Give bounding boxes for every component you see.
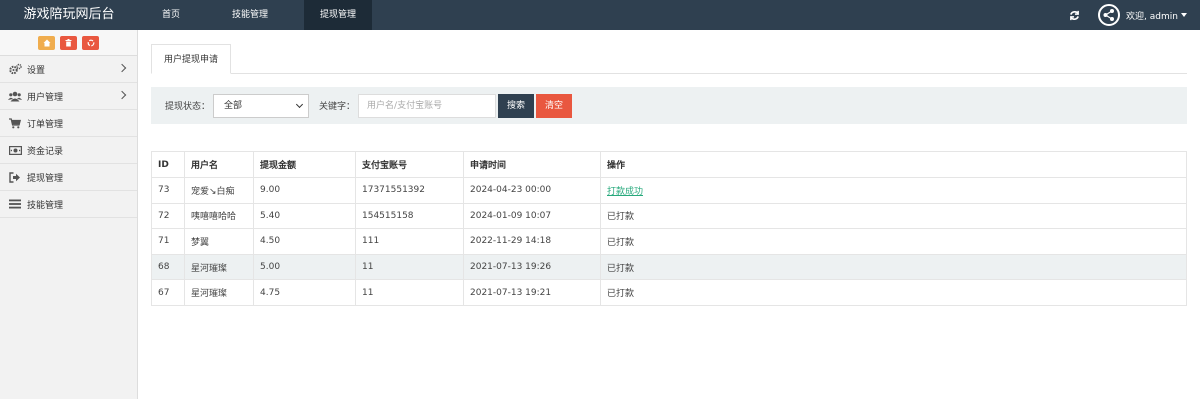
- cell-amount: 5.00: [253, 253, 356, 281]
- top-bar: 游戏陪玩网后台 首页 技能管理 提现管理 欢迎, admin: [0, 0, 1200, 30]
- clear-button[interactable]: 清空: [536, 93, 573, 118]
- users-icon: [8, 89, 22, 103]
- sign-out-icon: [8, 170, 22, 184]
- sidebar-item-withdraw[interactable]: 提现管理: [0, 164, 137, 191]
- cell-user: 星河璀璨: [184, 253, 254, 281]
- recycle-button[interactable]: [82, 35, 99, 50]
- refresh-icon[interactable]: [1064, 0, 1084, 30]
- cart-icon: [8, 116, 22, 130]
- sidebar-item-label: 订单管理: [27, 119, 64, 130]
- col-header-amount: 提现金额: [253, 151, 356, 178]
- cell-time: 2024-01-09 10:07: [463, 202, 601, 230]
- list-icon: [8, 197, 22, 211]
- chevron-right-icon: [117, 63, 127, 73]
- cell-amount: 4.75: [253, 279, 356, 306]
- cell-amount: 9.00: [253, 177, 356, 204]
- table-row: 68 星河璀璨 5.00 11 2021-07-13 19:26 已打款: [151, 253, 1187, 281]
- sidebar-item-label: 技能管理: [27, 200, 64, 211]
- cell-action: 已打款: [600, 253, 1187, 281]
- cell-account: 17371551392: [355, 177, 464, 204]
- search-button[interactable]: 搜索: [498, 93, 535, 118]
- cell-action: 已打款: [600, 202, 1187, 230]
- withdraw-table: ID 用户名 提现金额 支付宝账号 申请时间 操作 73 宠爱↘白痴 9.00 …: [151, 151, 1187, 306]
- keyword-label: 关键字：: [319, 102, 356, 112]
- sidebar-item-label: 设置: [27, 65, 46, 76]
- filter-bar: 提现状态： 全部 关键字： 搜索 清空: [151, 87, 1187, 124]
- home-button[interactable]: [38, 35, 55, 50]
- user-menu[interactable]: 欢迎, admin: [1098, 3, 1187, 27]
- cell-id: 68: [151, 253, 185, 281]
- cell-account: 154515158: [355, 202, 464, 230]
- cell-user: 梦翼: [184, 228, 254, 255]
- topnav-withdraw[interactable]: 提现管理: [304, 0, 373, 30]
- delete-button[interactable]: [60, 35, 77, 50]
- col-header-id: ID: [151, 151, 185, 178]
- sidebar-item-orders[interactable]: 订单管理: [0, 110, 137, 137]
- trash-icon: [65, 38, 72, 46]
- cell-time: 2024-04-23 00:00: [463, 177, 601, 204]
- sidebar-item-skills[interactable]: 技能管理: [0, 191, 137, 218]
- main-content: 用户提现申请 提现状态： 全部 关键字： 搜索 清空 ID 用户名 提现金额 支…: [151, 44, 1187, 306]
- sidebar-item-settings[interactable]: 设置: [0, 56, 137, 83]
- status-select-value: 全部: [224, 100, 243, 111]
- chevron-down-icon: [295, 100, 304, 108]
- col-header-user: 用户名: [184, 151, 254, 178]
- sidebar-item-label: 提现管理: [27, 173, 64, 184]
- top-nav: 首页 技能管理 提现管理: [146, 0, 392, 30]
- money-icon: [8, 143, 22, 157]
- recycle-icon: [87, 39, 94, 46]
- cell-time: 2022-11-29 14:18: [463, 228, 601, 255]
- caret-down-icon: [1180, 13, 1187, 17]
- tab-withdraw-requests[interactable]: 用户提现申请: [151, 44, 231, 74]
- cell-id: 72: [151, 202, 185, 230]
- gears-icon: [8, 62, 22, 76]
- table-row: 67 星河璀璨 4.75 11 2021-07-13 19:21 已打款: [151, 279, 1187, 306]
- quick-actions: [0, 30, 137, 56]
- home-icon: [43, 39, 50, 46]
- col-header-action: 操作: [600, 151, 1187, 178]
- status-label: 提现状态：: [165, 102, 211, 112]
- sidebar-item-funds[interactable]: 资金记录: [0, 137, 137, 164]
- cell-account: 11: [355, 253, 464, 281]
- cell-user: 宠爱↘白痴: [184, 177, 254, 204]
- topnav-home[interactable]: 首页: [146, 0, 196, 30]
- user-greeting: 欢迎, admin: [1126, 11, 1178, 22]
- table-row: 71 梦翼 4.50 111 2022-11-29 14:18 已打款: [151, 228, 1187, 255]
- chevron-right-icon: [117, 90, 127, 100]
- cell-amount: 5.40: [253, 202, 356, 230]
- sidebar: 设置 用户管理 订单管理 资金记录 提现管理 技能管理: [0, 30, 138, 399]
- sidebar-item-label: 用户管理: [27, 92, 64, 103]
- cell-account: 11: [355, 279, 464, 306]
- cell-action: 已打款: [600, 279, 1187, 306]
- col-header-time: 申请时间: [463, 151, 601, 178]
- keyword-input[interactable]: [358, 93, 497, 118]
- cell-time: 2021-07-13 19:26: [463, 253, 601, 281]
- table-row: 72 咦嘻嘻哈哈 5.40 154515158 2024-01-09 10:07…: [151, 202, 1187, 230]
- cell-id: 67: [151, 279, 185, 306]
- cell-time: 2021-07-13 19:21: [463, 279, 601, 306]
- cell-id: 71: [151, 228, 185, 255]
- table-header-row: ID 用户名 提现金额 支付宝账号 申请时间 操作: [151, 151, 1187, 178]
- tab-bar: 用户提现申请: [151, 44, 1187, 74]
- cell-action: 打款成功: [600, 177, 1187, 204]
- cell-id: 73: [151, 177, 185, 204]
- col-header-account: 支付宝账号: [355, 151, 464, 178]
- cell-user: 咦嘻嘻哈哈: [184, 202, 254, 230]
- payment-success-link[interactable]: 打款成功: [607, 187, 643, 197]
- topnav-skills[interactable]: 技能管理: [216, 0, 284, 30]
- cell-action: 已打款: [600, 228, 1187, 255]
- cell-user: 星河璀璨: [184, 279, 254, 306]
- sidebar-item-users[interactable]: 用户管理: [0, 83, 137, 110]
- table-row: 73 宠爱↘白痴 9.00 17371551392 2024-04-23 00:…: [151, 177, 1187, 204]
- cell-account: 111: [355, 228, 464, 255]
- brand-title[interactable]: 游戏陪玩网后台: [0, 0, 138, 30]
- status-select[interactable]: 全部: [213, 93, 310, 118]
- cell-amount: 4.50: [253, 228, 356, 255]
- sidebar-item-label: 资金记录: [27, 146, 64, 157]
- share-avatar-icon: [1098, 4, 1120, 26]
